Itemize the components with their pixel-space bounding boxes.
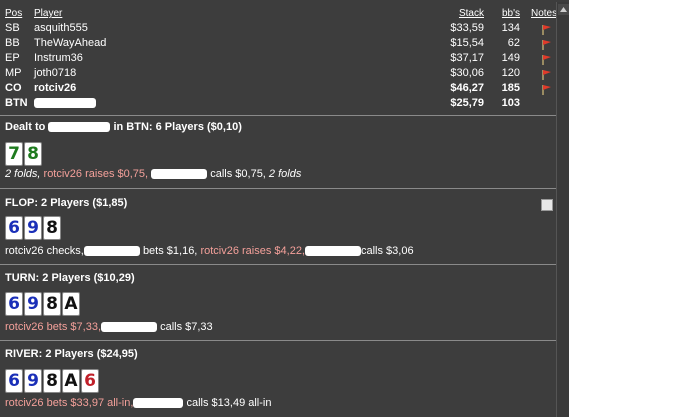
note-flag-icon[interactable] [541, 24, 553, 35]
playing-card: 8 [43, 369, 61, 393]
stack-cell: $37,17 [450, 52, 484, 64]
position-cell: BB [5, 37, 20, 49]
player-row[interactable]: BB TheWayAhead $15,54 62 [0, 36, 556, 51]
preflop-folds-after: 2 folds [268, 168, 302, 180]
redacted-opponent-name [83, 246, 140, 257]
playing-card: 6 [5, 292, 23, 316]
hero-action: rotciv26 raises $0,75, [43, 168, 152, 180]
playing-card: 6 [5, 369, 23, 393]
chevron-up-icon [560, 7, 567, 12]
bbs-column-header[interactable]: bb's [502, 6, 520, 21]
player-name-cell: asquith555 [34, 22, 88, 34]
turn-cards: 698A [5, 292, 80, 316]
playing-card: 8 [43, 292, 61, 316]
note-flag-icon[interactable] [541, 39, 553, 50]
notes-column-header[interactable]: Notes [531, 6, 557, 21]
preflop-title: Dealt to in BTN: 6 Players ($0,10) [5, 121, 242, 133]
bbs-cell: 185 [501, 82, 520, 94]
preflop-title-prefix: Dealt to [5, 121, 46, 133]
river-title: RIVER: 2 Players ($24,95) [5, 348, 138, 360]
player-name-cell: TheWayAhead [34, 37, 107, 49]
preflop-title-suffix: in BTN: 6 Players ($0,10) [113, 121, 242, 133]
position-cell: MP [5, 67, 22, 79]
preflop-folds: 2 folds, [5, 168, 44, 180]
opponent-call: calls $3,06 [361, 245, 414, 257]
hero-bet: rotciv26 bets $7,33, [5, 321, 102, 333]
playing-card: 6 [5, 216, 23, 240]
note-flag-icon[interactable] [541, 84, 553, 95]
player-row[interactable]: CO rotciv26 $46,27 185 [0, 81, 556, 96]
playing-card: 9 [24, 292, 42, 316]
playing-card: 9 [24, 216, 42, 240]
player-name-cell: Instrum36 [34, 52, 83, 64]
hero-check: rotciv26 checks, [5, 245, 84, 257]
turn-title: TURN: 2 Players ($10,29) [5, 272, 135, 284]
preflop-actions: 2 folds, rotciv26 raises $0,75, calls $0… [5, 168, 301, 180]
bbs-cell: 103 [501, 97, 520, 109]
note-flag-icon[interactable] [541, 69, 553, 80]
hand-history-panel: Pos Player Stack bb's Notes SB asquith555… [0, 0, 569, 417]
playing-card: 8 [43, 216, 61, 240]
river-actions: rotciv26 bets $33,97 all-in, calls $13,4… [5, 397, 271, 409]
stack-cell: $25,79 [450, 97, 484, 109]
redacted-hero-name [48, 122, 111, 133]
note-flag-icon[interactable] [541, 54, 553, 65]
divider [0, 340, 556, 341]
redacted-opponent-name [151, 169, 208, 180]
flop-actions: rotciv26 checks, bets $1,16, rotciv26 ra… [5, 245, 414, 257]
position-cell: BTN [5, 97, 28, 109]
playing-card: 7 [5, 142, 23, 166]
opponent-call: calls $13,49 all-in [186, 397, 272, 409]
stack-column-header[interactable]: Stack [459, 6, 484, 21]
player-name-cell: rotciv26 [34, 82, 77, 94]
divider [0, 264, 556, 265]
position-cell: SB [5, 22, 20, 34]
position-cell: EP [5, 52, 20, 64]
river-cards: 698A6 [5, 369, 99, 393]
playing-card: A [62, 369, 80, 393]
stack-cell: $15,54 [450, 37, 484, 49]
bbs-cell: 120 [501, 67, 520, 79]
opponent-call: calls $7,33 [160, 321, 213, 333]
redacted-opponent-name [133, 398, 184, 409]
player-row[interactable]: MP joth0718 $30,06 120 [0, 66, 556, 81]
player-name-cell: joth0718 [34, 67, 77, 79]
pos-column-header[interactable]: Pos [5, 6, 22, 21]
bbs-cell: 149 [501, 52, 520, 64]
playing-card: 8 [24, 142, 42, 166]
note-icon[interactable] [541, 199, 553, 211]
player-table-header: Pos Player Stack bb's Notes [0, 6, 557, 21]
turn-actions: rotciv26 bets $7,33, calls $7,33 [5, 321, 213, 333]
playing-card: 9 [24, 369, 42, 393]
redacted-opponent-name [101, 322, 158, 333]
vertical-scrollbar[interactable] [556, 2, 569, 417]
divider [0, 188, 556, 189]
hero-raise: rotciv26 raises $4,22, [200, 245, 305, 257]
player-row[interactable]: BTN $25,79 103 [0, 96, 556, 111]
player-row[interactable]: SB asquith555 $33,59 134 [0, 21, 556, 36]
opponent-bet: bets $1,16, [142, 245, 198, 257]
position-cell: CO [5, 82, 22, 94]
stack-cell: $30,06 [450, 67, 484, 79]
flop-cards: 698 [5, 216, 61, 240]
flop-title: FLOP: 2 Players ($1,85) [5, 197, 128, 209]
redacted-opponent-name [305, 246, 361, 257]
bbs-cell: 134 [501, 22, 520, 34]
redacted-hero-name [34, 98, 96, 108]
divider [0, 115, 556, 116]
opponent-action: calls $0,75, [210, 168, 269, 180]
bbs-cell: 62 [507, 37, 520, 49]
scroll-up-button[interactable] [558, 4, 569, 15]
playing-card: A [62, 292, 80, 316]
player-column-header[interactable]: Player [34, 6, 62, 21]
hero-allin: rotciv26 bets $33,97 all-in, [5, 397, 134, 409]
stack-cell: $46,27 [450, 82, 484, 94]
player-row[interactable]: EP Instrum36 $37,17 149 [0, 51, 556, 66]
stack-cell: $33,59 [450, 22, 484, 34]
playing-card: 6 [81, 369, 99, 393]
hole-cards: 78 [5, 142, 42, 166]
